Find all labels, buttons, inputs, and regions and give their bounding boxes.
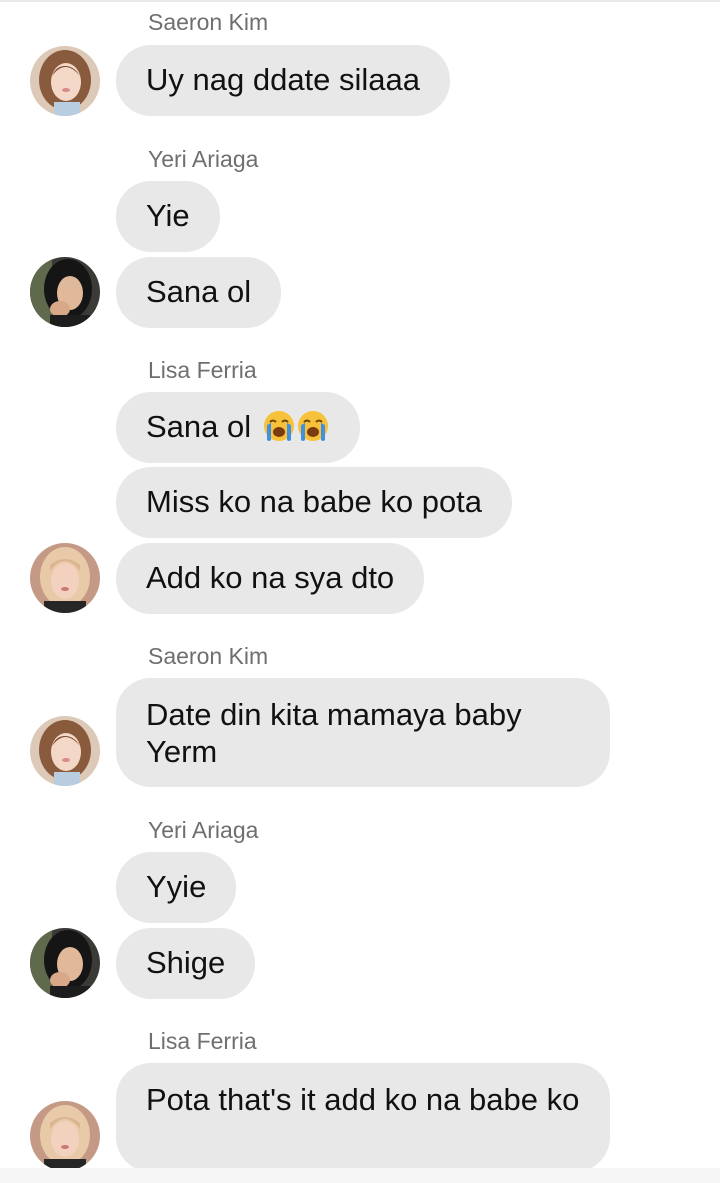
chat-thread: Saeron Kim Uy nag ddate silaaa Yeri Aria… — [0, 0, 720, 1183]
message-bubble[interactable]: Miss ko na babe ko pota — [116, 467, 513, 538]
message-bubble[interactable]: Date din kita mamaya baby Yerm — [116, 678, 610, 787]
message-bubble[interactable]: Uy nag ddate silaaa — [116, 45, 451, 116]
avatar-yeri-ariaga[interactable] — [30, 928, 100, 998]
loudly-crying-face-icon — [296, 409, 330, 443]
message-bubble[interactable]: Pota that's it add ko na babe ko — [116, 1063, 610, 1172]
message-bubble[interactable]: Sana ol — [116, 257, 282, 328]
message-bubble[interactable]: Yie — [116, 181, 220, 252]
avatar-lisa-ferria[interactable] — [30, 1101, 100, 1171]
loudly-crying-face-icon — [262, 409, 296, 443]
avatar-saeron-kim[interactable] — [30, 46, 100, 116]
message-bubble[interactable]: Shige — [116, 928, 256, 999]
avatar-yeri-ariaga[interactable] — [30, 257, 100, 327]
sender-name: Yeri Ariaga — [148, 817, 259, 843]
avatar-saeron-kim[interactable] — [30, 716, 100, 786]
bottom-edge — [0, 1168, 720, 1183]
sender-name: Yeri Ariaga — [148, 146, 259, 172]
sender-name: Saeron Kim — [148, 9, 269, 35]
message-text: Sana ol — [146, 409, 252, 444]
message-bubble[interactable]: Add ko na sya dto — [116, 543, 425, 614]
top-divider — [0, 0, 720, 2]
sender-name: Saeron Kim — [148, 643, 269, 669]
sender-name: Lisa Ferria — [148, 1028, 257, 1054]
sender-name: Lisa Ferria — [148, 357, 257, 383]
avatar-lisa-ferria[interactable] — [30, 543, 100, 613]
message-bubble[interactable]: Yyie — [116, 852, 237, 923]
message-bubble[interactable]: Sana ol — [116, 392, 360, 463]
